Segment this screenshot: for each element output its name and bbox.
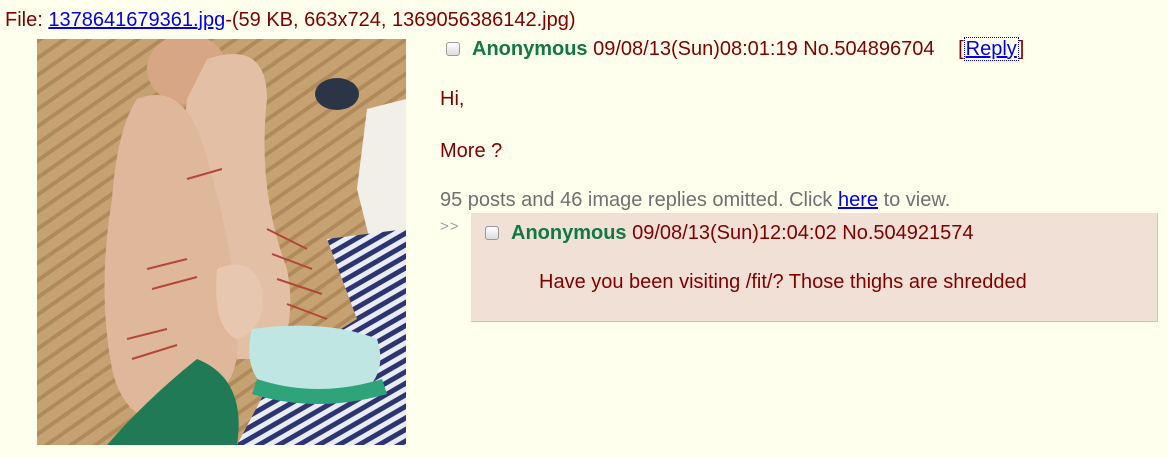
reply-post: Anonymous 09/08/13(Sun)12:04:02 No.50492…: [471, 213, 1158, 322]
reply-post-header: Anonymous 09/08/13(Sun)12:04:02 No.50492…: [479, 218, 974, 248]
file-info: File: 1378641679361.jpg-(59 KB, 663x724,…: [5, 8, 575, 32]
omitted-text: 95 posts and 46 image replies omitted. C…: [440, 189, 838, 211]
op-message-line-1: Hi,: [440, 88, 465, 110]
op-post-header: Anonymous 09/08/13(Sun)08:01:19 No.50489…: [440, 34, 1160, 64]
post-datetime: 09/08/13(Sun)08:01:19: [593, 38, 798, 60]
reply-arrows: >>: [440, 218, 460, 235]
reply-link-wrapper: [Reply]: [958, 37, 1025, 61]
file-meta: -(59 KB, 663x724, 1369056386142.jpg): [225, 9, 576, 31]
file-label: File:: [5, 9, 49, 31]
thumbnail-image: [37, 39, 406, 445]
op-message-line-2: More ?: [440, 140, 503, 162]
post-image-thumbnail[interactable]: [37, 39, 406, 445]
reply-message: Have you been visiting /fit/? Those thig…: [539, 271, 1027, 293]
op-post: Anonymous 09/08/13(Sun)08:01:19 No.50489…: [440, 34, 1160, 162]
post-number[interactable]: No.504896704: [803, 38, 934, 60]
reply-datetime: 09/08/13(Sun)12:04:02: [632, 222, 837, 244]
reply-bracket-close: ]: [1018, 38, 1025, 60]
reply-poster-name: Anonymous: [511, 222, 627, 244]
view-thread-link[interactable]: here: [838, 189, 878, 211]
reply-bracket-open: [: [958, 38, 964, 60]
reply-number[interactable]: No.504921574: [842, 222, 973, 244]
omitted-posts-notice: 95 posts and 46 image replies omitted. C…: [440, 186, 950, 214]
file-link[interactable]: 1378641679361.jpg: [48, 9, 225, 31]
reply-select-checkbox[interactable]: [485, 226, 499, 240]
reply-link[interactable]: Reply: [963, 37, 1019, 61]
poster-name: Anonymous: [472, 38, 588, 60]
omitted-text-end: to view.: [878, 189, 951, 211]
op-select-checkbox[interactable]: [446, 42, 460, 56]
